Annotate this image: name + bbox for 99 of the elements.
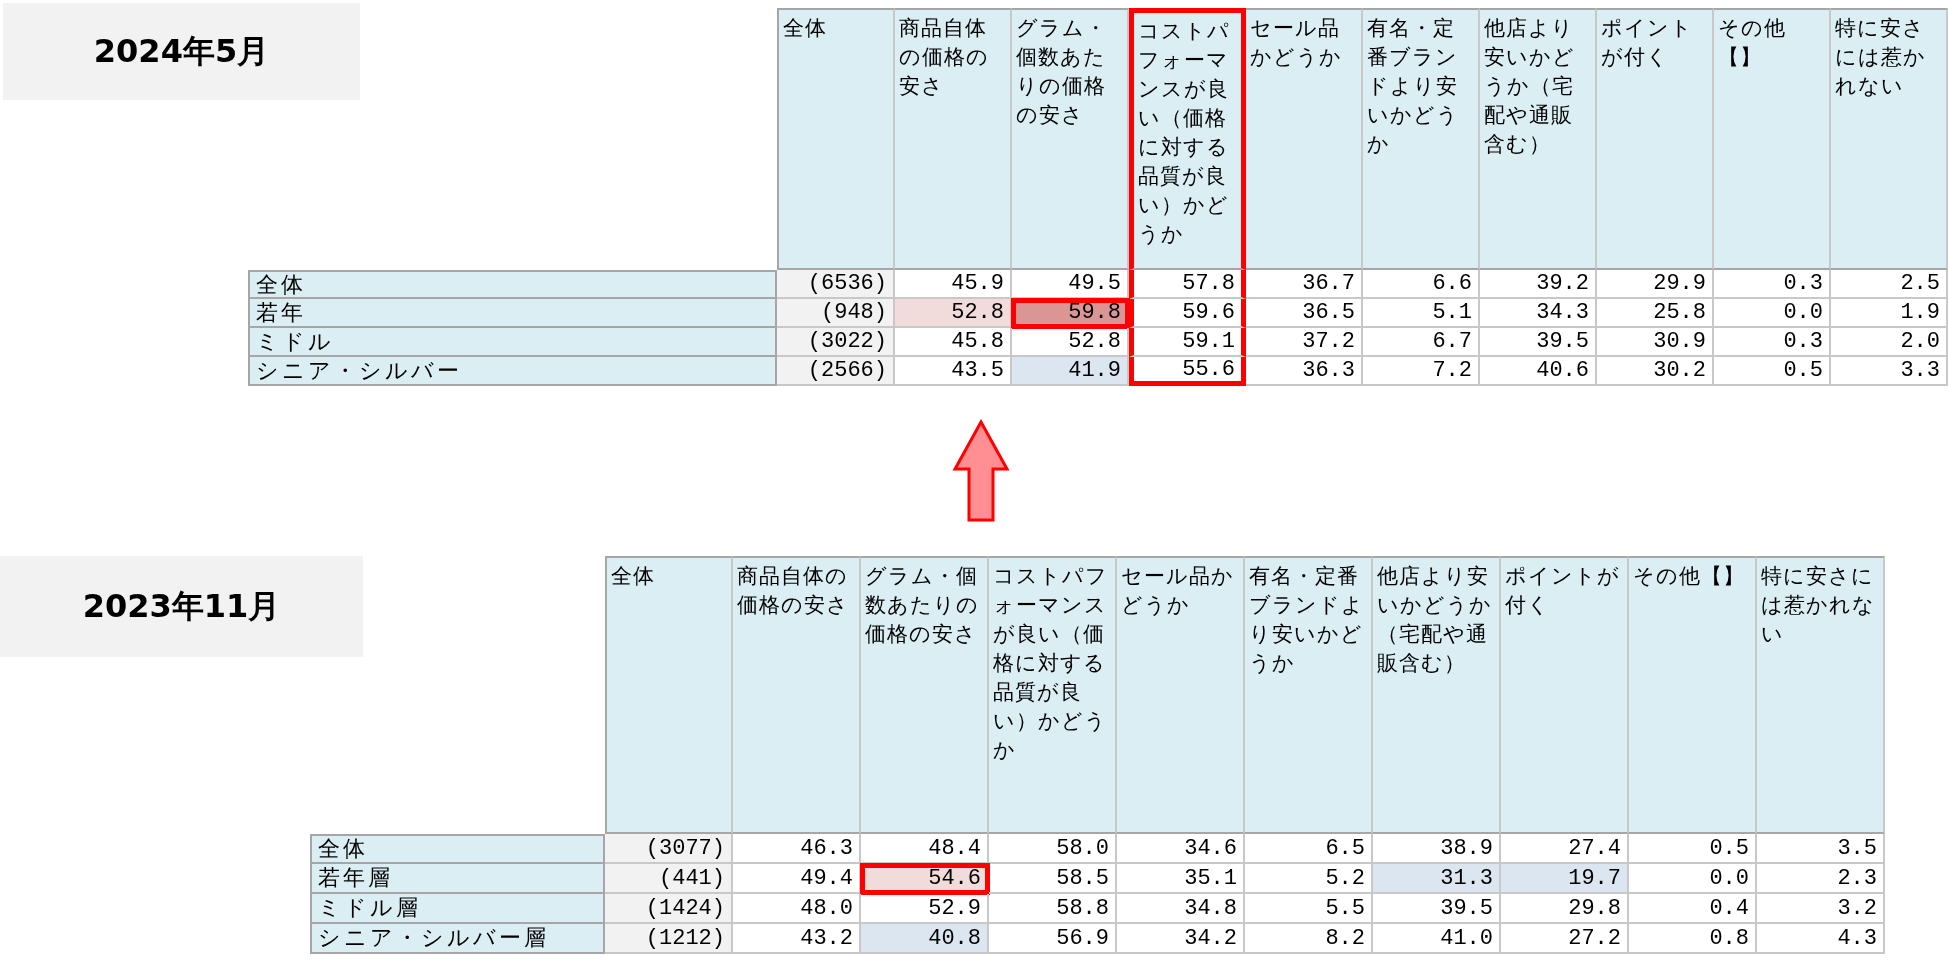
table-cell: 54.6 — [861, 864, 989, 894]
column-header: 全体 — [605, 556, 733, 834]
column-header: セール品かどうか — [1246, 8, 1363, 270]
table-cell: 6.6 — [1363, 270, 1480, 299]
column-header: その他【】 — [1629, 556, 1757, 834]
column-header: グラム・個数あたりの価格の安さ — [1012, 8, 1129, 270]
table-cell: 46.3 — [733, 834, 861, 864]
table-cell: 34.3 — [1480, 299, 1597, 328]
table-cell: 30.9 — [1597, 328, 1714, 357]
table-cell: 0.8 — [1629, 924, 1757, 954]
table-cell: 7.2 — [1363, 357, 1480, 386]
table-cell: 57.8 — [1129, 270, 1246, 299]
table-cell: 0.3 — [1714, 328, 1831, 357]
row-header: 若年層 — [310, 864, 605, 894]
table-cell: 6.7 — [1363, 328, 1480, 357]
row-header: ミドル — [248, 328, 777, 357]
table-cell: (6536) — [777, 270, 895, 299]
table-cell: 1.9 — [1831, 299, 1948, 328]
row-header: ミドル層 — [310, 894, 605, 924]
column-header: 特に安さには惹かれない — [1757, 556, 1885, 834]
table-cell: 3.5 — [1757, 834, 1885, 864]
column-header: 他店より安いかどうか（宅配や通販含む） — [1480, 8, 1597, 270]
table-cell: 31.3 — [1373, 864, 1501, 894]
table-cell: 0.5 — [1714, 357, 1831, 386]
table-cell: 0.0 — [1629, 864, 1757, 894]
table-cell: 0.5 — [1629, 834, 1757, 864]
row-header: 全体 — [248, 270, 777, 299]
table-cell: 27.2 — [1501, 924, 1629, 954]
table-cell: 4.3 — [1757, 924, 1885, 954]
table-cell: (3022) — [777, 328, 895, 357]
table-cell: 36.3 — [1246, 357, 1363, 386]
column-header: 有名・定番ブランドより安いかどうか — [1245, 556, 1373, 834]
column-header: その他【】 — [1714, 8, 1831, 270]
table-cell: 59.1 — [1129, 328, 1246, 357]
column-header: ポイントが付く — [1597, 8, 1714, 270]
table-cell: 39.2 — [1480, 270, 1597, 299]
table-cell: 3.3 — [1831, 357, 1948, 386]
table-cell: 36.5 — [1246, 299, 1363, 328]
table-cell: 0.4 — [1629, 894, 1757, 924]
column-header: 特に安さには惹かれない — [1831, 8, 1948, 270]
column-header: セール品かどうか — [1117, 556, 1245, 834]
table-cell: 36.7 — [1246, 270, 1363, 299]
table-cell: 45.8 — [895, 328, 1012, 357]
period-label: 2023年11月 — [0, 556, 363, 657]
table-cell: 34.2 — [1117, 924, 1245, 954]
column-header: 有名・定番ブランドより安いかどうか — [1363, 8, 1480, 270]
table-cell: 58.0 — [989, 834, 1117, 864]
table-cell: 29.9 — [1597, 270, 1714, 299]
row-header: 全体 — [310, 834, 605, 864]
table-cell: 0.0 — [1714, 299, 1831, 328]
table-cell: 48.0 — [733, 894, 861, 924]
period-label: 2024年5月 — [3, 3, 360, 100]
table-cell: 41.0 — [1373, 924, 1501, 954]
row-header: シニア・シルバー — [248, 357, 777, 386]
table-cell: 41.9 — [1012, 357, 1129, 386]
table-cell: 58.5 — [989, 864, 1117, 894]
table-cell: (948) — [777, 299, 895, 328]
column-header: 商品自体の価格の安さ — [733, 556, 861, 834]
column-header: 商品自体の価格の安さ — [895, 8, 1012, 270]
table-cell: 3.2 — [1757, 894, 1885, 924]
table-cell: 6.5 — [1245, 834, 1373, 864]
table-cell: (1212) — [605, 924, 733, 954]
table-cell: (2566) — [777, 357, 895, 386]
table-cell: 19.7 — [1501, 864, 1629, 894]
table-cell: 30.2 — [1597, 357, 1714, 386]
table-cell: (3077) — [605, 834, 733, 864]
table-cell: 29.8 — [1501, 894, 1629, 924]
table-cell: (441) — [605, 864, 733, 894]
table-cell: 40.6 — [1480, 357, 1597, 386]
column-header: コストパフォーマンスが良い（価格に対する品質が良い）かどうか — [1129, 8, 1246, 270]
table-cell: 39.5 — [1373, 894, 1501, 924]
column-header: 他店より安いかどうか（宅配や通販含む） — [1373, 556, 1501, 834]
table-cell: 58.8 — [989, 894, 1117, 924]
table-cell: 52.8 — [895, 299, 1012, 328]
table-cell: 5.5 — [1245, 894, 1373, 924]
column-header: グラム・個数あたりの価格の安さ — [861, 556, 989, 834]
table-cell: 0.3 — [1714, 270, 1831, 299]
table-cell: 59.6 — [1129, 299, 1246, 328]
table-cell: 34.6 — [1117, 834, 1245, 864]
row-header: 若年 — [248, 299, 777, 328]
table-cell: 37.2 — [1246, 328, 1363, 357]
table-cell: 2.3 — [1757, 864, 1885, 894]
table-cell: (1424) — [605, 894, 733, 924]
table-cell: 55.6 — [1129, 357, 1246, 386]
table-cell: 8.2 — [1245, 924, 1373, 954]
table-cell: 35.1 — [1117, 864, 1245, 894]
table-cell: 5.1 — [1363, 299, 1480, 328]
table-cell: 2.5 — [1831, 270, 1948, 299]
table-cell: 56.9 — [989, 924, 1117, 954]
table-cell: 59.8 — [1012, 299, 1129, 328]
row-header: シニア・シルバー層 — [310, 924, 605, 954]
column-header: ポイントが付く — [1501, 556, 1629, 834]
table-cell: 39.5 — [1480, 328, 1597, 357]
table-cell: 40.8 — [861, 924, 989, 954]
table-cell: 2.0 — [1831, 328, 1948, 357]
column-header: コストパフォーマンスが良い（価格に対する品質が良い）かどうか — [989, 556, 1117, 834]
table-cell: 25.8 — [1597, 299, 1714, 328]
column-header: 全体 — [777, 8, 895, 270]
table-cell: 34.8 — [1117, 894, 1245, 924]
